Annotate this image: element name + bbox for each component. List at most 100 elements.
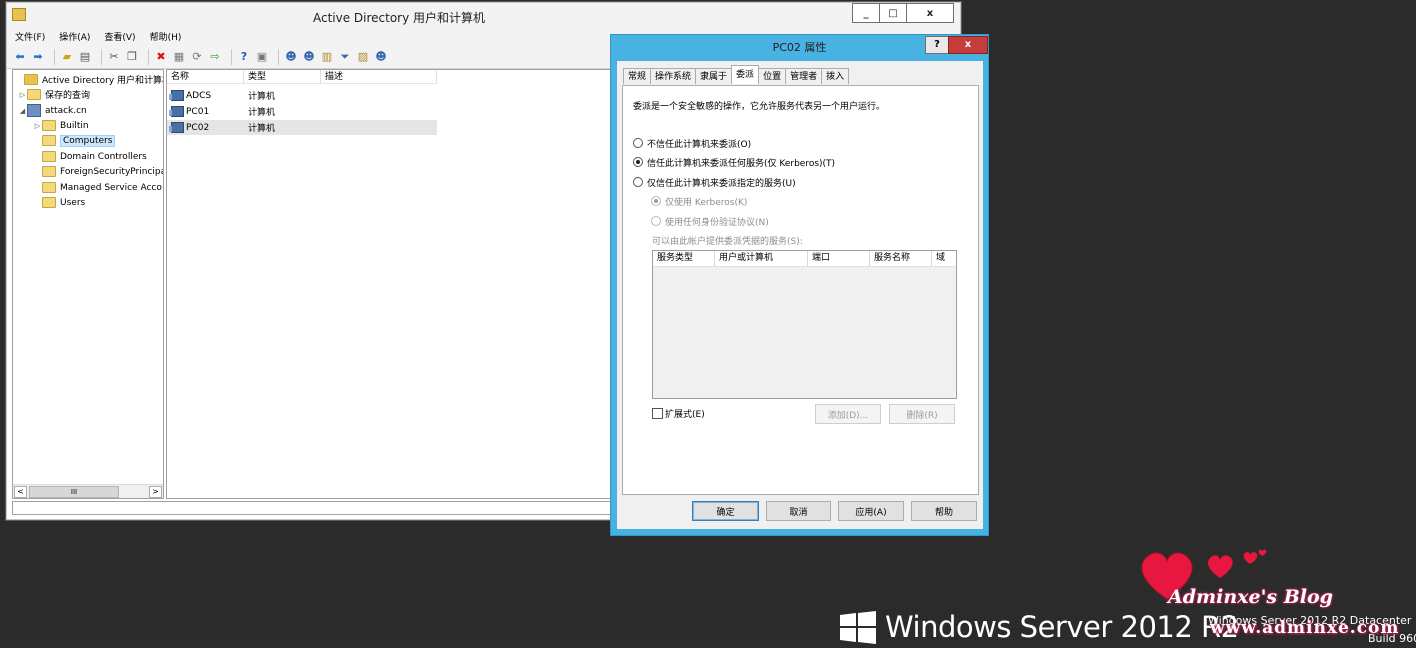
tree-item-saved-queries[interactable]: ▷ 保存的查询	[18, 87, 90, 102]
remove-service-button[interactable]: 删除(R)	[889, 404, 955, 424]
expand-arrow-icon[interactable]: ▷	[33, 122, 42, 130]
menu-file[interactable]: 文件(F)	[7, 29, 51, 45]
windows-logo-icon	[840, 611, 876, 644]
help-button[interactable]: 帮助	[911, 501, 977, 521]
cancel-button[interactable]: 取消	[766, 501, 831, 521]
maximize-button[interactable]: □	[879, 3, 907, 23]
tab-dial-in[interactable]: 拨入	[821, 68, 850, 84]
radio-no-trust-label[interactable]: 不信任此计算机来委派(O)	[647, 137, 751, 150]
title-bar[interactable]: Active Directory 用户和计算机 _ □ x	[7, 3, 960, 30]
tab-delegation[interactable]: 委派	[731, 65, 760, 84]
product-name: Windows Server 2012 R2	[885, 610, 1239, 644]
radio-trust-any-label[interactable]: 信任此计算机来委派任何服务(仅 Kerberos)(T)	[647, 156, 835, 169]
show-pane-icon[interactable]: ▣	[255, 50, 269, 64]
refresh-icon[interactable]: ⟳	[190, 50, 204, 64]
tab-managed-by[interactable]: 管理者	[785, 68, 823, 84]
column-port[interactable]: 端口	[808, 251, 870, 266]
tree-item-builtin[interactable]: ▷ Builtin	[33, 118, 89, 133]
list-row-pc01[interactable]: PC01 计算机	[167, 104, 437, 119]
new-user-icon[interactable]: ☻	[284, 50, 298, 64]
new-ou-icon[interactable]: ▥	[320, 50, 334, 64]
up-folder-icon[interactable]: ▰	[60, 50, 74, 64]
delete-icon[interactable]: ✖	[154, 50, 168, 64]
scroll-thumb[interactable]: III	[29, 486, 119, 498]
row-name: ADCS	[186, 90, 212, 101]
tree-item-managed-service[interactable]: Managed Service Acco	[33, 180, 162, 195]
column-description[interactable]: 描述	[321, 70, 437, 84]
new-group-icon[interactable]: ☻	[302, 50, 316, 64]
tree-item-users[interactable]: Users	[33, 195, 85, 210]
collapse-arrow-icon[interactable]: ◢	[18, 107, 27, 115]
help-icon[interactable]: ?	[237, 50, 251, 64]
window-title: Active Directory 用户和计算机	[312, 11, 486, 25]
computer-icon	[169, 122, 184, 133]
column-name[interactable]: 名称	[167, 70, 244, 84]
copy-icon[interactable]: ❐	[125, 50, 139, 64]
radio-trust-specified[interactable]	[633, 177, 643, 187]
folder-icon	[42, 151, 56, 162]
tree-hscrollbar[interactable]: < III >	[13, 484, 163, 498]
tab-member-of[interactable]: 隶属于	[695, 68, 733, 84]
export-list-icon[interactable]: ⇨	[208, 50, 222, 64]
radio-no-trust[interactable]	[633, 138, 643, 148]
list-row-adcs[interactable]: ADCS 计算机	[167, 88, 437, 103]
column-domain[interactable]: 域	[932, 251, 954, 266]
add-to-group-icon[interactable]: ☻	[374, 50, 388, 64]
forward-arrow-icon[interactable]: ➡	[31, 50, 45, 64]
tab-strip: 常规 操作系统 隶属于 委派 位置 管理者 拨入	[623, 65, 850, 84]
scroll-right-button[interactable]: >	[149, 486, 162, 498]
properties-icon[interactable]: ▦	[172, 50, 186, 64]
menu-action[interactable]: 操作(A)	[51, 29, 96, 45]
dialog-client: 常规 操作系统 隶属于 委派 位置 管理者 拨入 委派是一个安全敏感的操作，它允…	[617, 61, 983, 529]
radio-trust-specified-label[interactable]: 仅信任此计算机来委派指定的服务(U)	[647, 176, 796, 189]
radio-trust-any[interactable]	[633, 157, 643, 167]
list-row-pc02[interactable]: PC02 计算机	[167, 120, 437, 135]
apply-button[interactable]: 应用(A)	[838, 501, 904, 521]
cut-icon[interactable]: ✂	[107, 50, 121, 64]
tree-root[interactable]: Active Directory 用户和计算机	[15, 72, 163, 87]
find-icon[interactable]: ▨	[356, 50, 370, 64]
tab-operating-system[interactable]: 操作系统	[650, 68, 697, 84]
show-tree-icon[interactable]: ▤	[78, 50, 92, 64]
tree-item-label: ForeignSecurityPrincipa	[60, 166, 164, 177]
ok-button[interactable]: 确定	[692, 501, 759, 521]
back-arrow-icon[interactable]: ⬅	[13, 50, 27, 64]
services-table[interactable]: 服务类型 用户或计算机 端口 服务名称 域	[652, 250, 957, 399]
column-service-type[interactable]: 服务类型	[653, 251, 715, 266]
menu-view[interactable]: 查看(V)	[96, 29, 141, 45]
toolbar-separator	[148, 48, 149, 65]
filter-icon[interactable]: ⏷	[338, 50, 352, 64]
toolbar-separator	[278, 48, 279, 65]
aduc-icon	[24, 74, 38, 85]
tree-item-label: 保存的查询	[45, 91, 91, 101]
column-user-or-computer[interactable]: 用户或计算机	[715, 251, 808, 266]
expanded-label[interactable]: 扩展式(E)	[665, 407, 705, 420]
tree-item-computers[interactable]: Computers	[33, 133, 116, 148]
delegation-description: 委派是一个安全敏感的操作，它允许服务代表另一个用户运行。	[633, 102, 886, 112]
tab-location[interactable]: 位置	[758, 68, 787, 84]
radio-any-protocol-label: 使用任何身份验证协议(N)	[665, 218, 769, 228]
column-type[interactable]: 类型	[244, 70, 321, 84]
folder-icon	[42, 120, 56, 131]
computer-icon	[169, 106, 184, 117]
column-service-name[interactable]: 服务名称	[870, 251, 932, 266]
tree-item-foreign-security[interactable]: ForeignSecurityPrincipa	[33, 164, 164, 179]
console-tree[interactable]: Active Directory 用户和计算机 ▷ 保存的查询 ◢ attack…	[12, 69, 164, 499]
menu-help[interactable]: 帮助(H)	[142, 29, 188, 45]
tree-item-domain-controllers[interactable]: Domain Controllers	[33, 149, 147, 164]
folder-icon	[42, 166, 56, 177]
close-button[interactable]: x	[906, 3, 954, 23]
watermark-url: www.adminxe.com	[1210, 618, 1400, 638]
dialog-close-button[interactable]: x	[948, 36, 988, 54]
folder-icon	[42, 182, 56, 193]
tree-item-domain[interactable]: ◢ attack.cn	[18, 103, 87, 118]
expand-arrow-icon[interactable]: ▷	[18, 91, 27, 99]
add-service-button[interactable]: 添加(D)...	[815, 404, 881, 424]
caption-buttons: _ □ x	[852, 3, 954, 23]
dialog-help-button[interactable]: ?	[925, 36, 949, 54]
minimize-button[interactable]: _	[852, 3, 880, 23]
tab-general[interactable]: 常规	[623, 68, 652, 84]
expanded-checkbox[interactable]	[652, 408, 663, 419]
row-name: PC01	[186, 106, 210, 117]
scroll-left-button[interactable]: <	[14, 486, 27, 498]
